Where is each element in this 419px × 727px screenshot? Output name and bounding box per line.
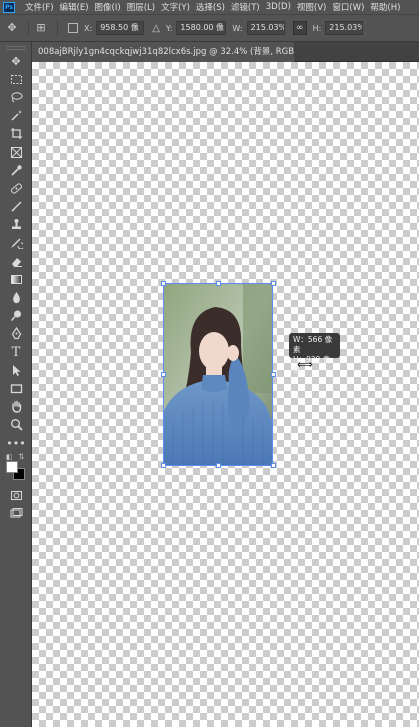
x-position-field[interactable]: 958.50 像 — [96, 21, 145, 35]
panel-grip[interactable] — [5, 46, 26, 50]
path-selection-tool-icon[interactable] — [0, 361, 32, 379]
eyedropper-tool-icon[interactable] — [0, 161, 32, 179]
eraser-tool-icon[interactable] — [0, 252, 32, 270]
y-position-field[interactable]: 1580.00 像 — [176, 21, 227, 35]
magic-wand-tool-icon[interactable] — [0, 107, 32, 125]
resize-cursor-icon: ⟺ — [297, 358, 313, 371]
history-brush-tool-icon[interactable] — [0, 234, 32, 252]
lasso-tool-icon[interactable] — [0, 88, 32, 106]
clone-stamp-tool-icon[interactable] — [0, 216, 32, 234]
x-label: X: — [84, 23, 93, 33]
document-tab[interactable]: 008ajBRjly1gn4cqckqjwj31q82lcx6s.jpg @ 3… — [32, 42, 294, 62]
h-label: H: — [312, 23, 322, 33]
move-tool-preset-icon[interactable]: ✥ — [6, 22, 18, 34]
transform-handle-bottom[interactable] — [216, 463, 221, 468]
menu-layer[interactable]: 图层(L) — [127, 1, 155, 13]
transform-handle-bottom-left[interactable] — [161, 463, 166, 468]
quick-mask-icon[interactable] — [0, 486, 32, 504]
swap-colors-icon[interactable]: ⮁ — [18, 452, 24, 462]
height-scale-field[interactable]: 215.03% — [325, 21, 364, 35]
transform-handle-right[interactable] — [271, 372, 276, 377]
foreground-color[interactable] — [6, 461, 18, 474]
transform-handle-top-left[interactable] — [161, 281, 166, 286]
healing-brush-tool-icon[interactable] — [0, 179, 32, 197]
pen-tool-icon[interactable] — [0, 325, 32, 343]
options-divider — [57, 20, 58, 36]
menu-window[interactable]: 窗口(W) — [332, 1, 364, 13]
type-tool-icon[interactable]: T — [0, 343, 32, 361]
move-tool-icon[interactable]: ✥ — [0, 52, 32, 70]
options-divider — [28, 20, 29, 36]
color-swatches: ◧ ⮁ — [0, 452, 32, 486]
menu-file[interactable]: 文件(F) — [25, 1, 54, 13]
menu-select[interactable]: 选择(S) — [196, 1, 225, 13]
canvas-area[interactable]: W：566 像素 H：929 像素 ⟺ — [32, 62, 419, 727]
menu-image[interactable]: 图像(I) — [95, 1, 121, 13]
transform-handle-top[interactable] — [216, 281, 221, 286]
crop-tool-icon[interactable] — [0, 125, 32, 143]
gradient-tool-icon[interactable] — [0, 270, 32, 288]
blur-tool-icon[interactable] — [0, 288, 32, 306]
width-scale-field[interactable]: 215.03% — [246, 21, 285, 35]
y-label: Y: — [165, 23, 173, 33]
menu-edit[interactable]: 编辑(E) — [60, 1, 89, 13]
transform-size-tooltip: W：566 像素 H：929 像素 — [289, 333, 340, 374]
menu-3d[interactable]: 3D(D) — [266, 2, 291, 12]
tools-panel: ✥ T ••• ◧ ⮁ — [0, 42, 32, 727]
menu-bar: Ps 文件(F) 编辑(E) 图像(I) 图层(L) 文字(Y) 选择(S) 滤… — [0, 0, 419, 14]
marquee-tool-icon[interactable] — [0, 70, 32, 88]
w-label: W: — [232, 23, 243, 33]
dodge-tool-icon[interactable] — [0, 307, 32, 325]
screen-mode-icon[interactable] — [0, 504, 32, 522]
more-tools-icon[interactable]: ••• — [0, 434, 32, 452]
tooltip-width: W：566 像素 — [293, 335, 333, 354]
menu-type[interactable]: 文字(Y) — [161, 1, 190, 13]
transform-handle-bottom-right[interactable] — [271, 463, 276, 468]
transform-handle-left[interactable] — [161, 372, 166, 377]
photo-layer[interactable] — [163, 283, 273, 466]
transform-handle-top-right[interactable] — [271, 281, 276, 286]
link-icon[interactable]: ∞ — [292, 21, 307, 35]
reference-point-checkbox[interactable] — [68, 23, 78, 33]
reference-point-icon[interactable]: ⊞ — [35, 22, 47, 34]
default-colors-icon[interactable]: ◧ — [6, 453, 13, 461]
hand-tool-icon[interactable] — [0, 398, 32, 416]
zoom-tool-icon[interactable] — [0, 416, 32, 434]
menu-help[interactable]: 帮助(H) — [370, 1, 400, 13]
document-tab-bar: 008ajBRjly1gn4cqckqjwj31q82lcx6s.jpg @ 3… — [32, 42, 419, 62]
brush-tool-icon[interactable] — [0, 198, 32, 216]
frame-tool-icon[interactable] — [0, 143, 32, 161]
relative-position-icon[interactable]: △ — [152, 23, 160, 34]
menu-filter[interactable]: 滤镜(T) — [231, 1, 260, 13]
photoshop-logo: Ps — [3, 1, 15, 13]
menu-view[interactable]: 视图(V) — [297, 1, 326, 13]
rectangle-tool-icon[interactable] — [0, 379, 32, 397]
options-bar: ✥ ⊞ X: 958.50 像 △ Y: 1580.00 像 W: 215.03… — [0, 14, 419, 42]
